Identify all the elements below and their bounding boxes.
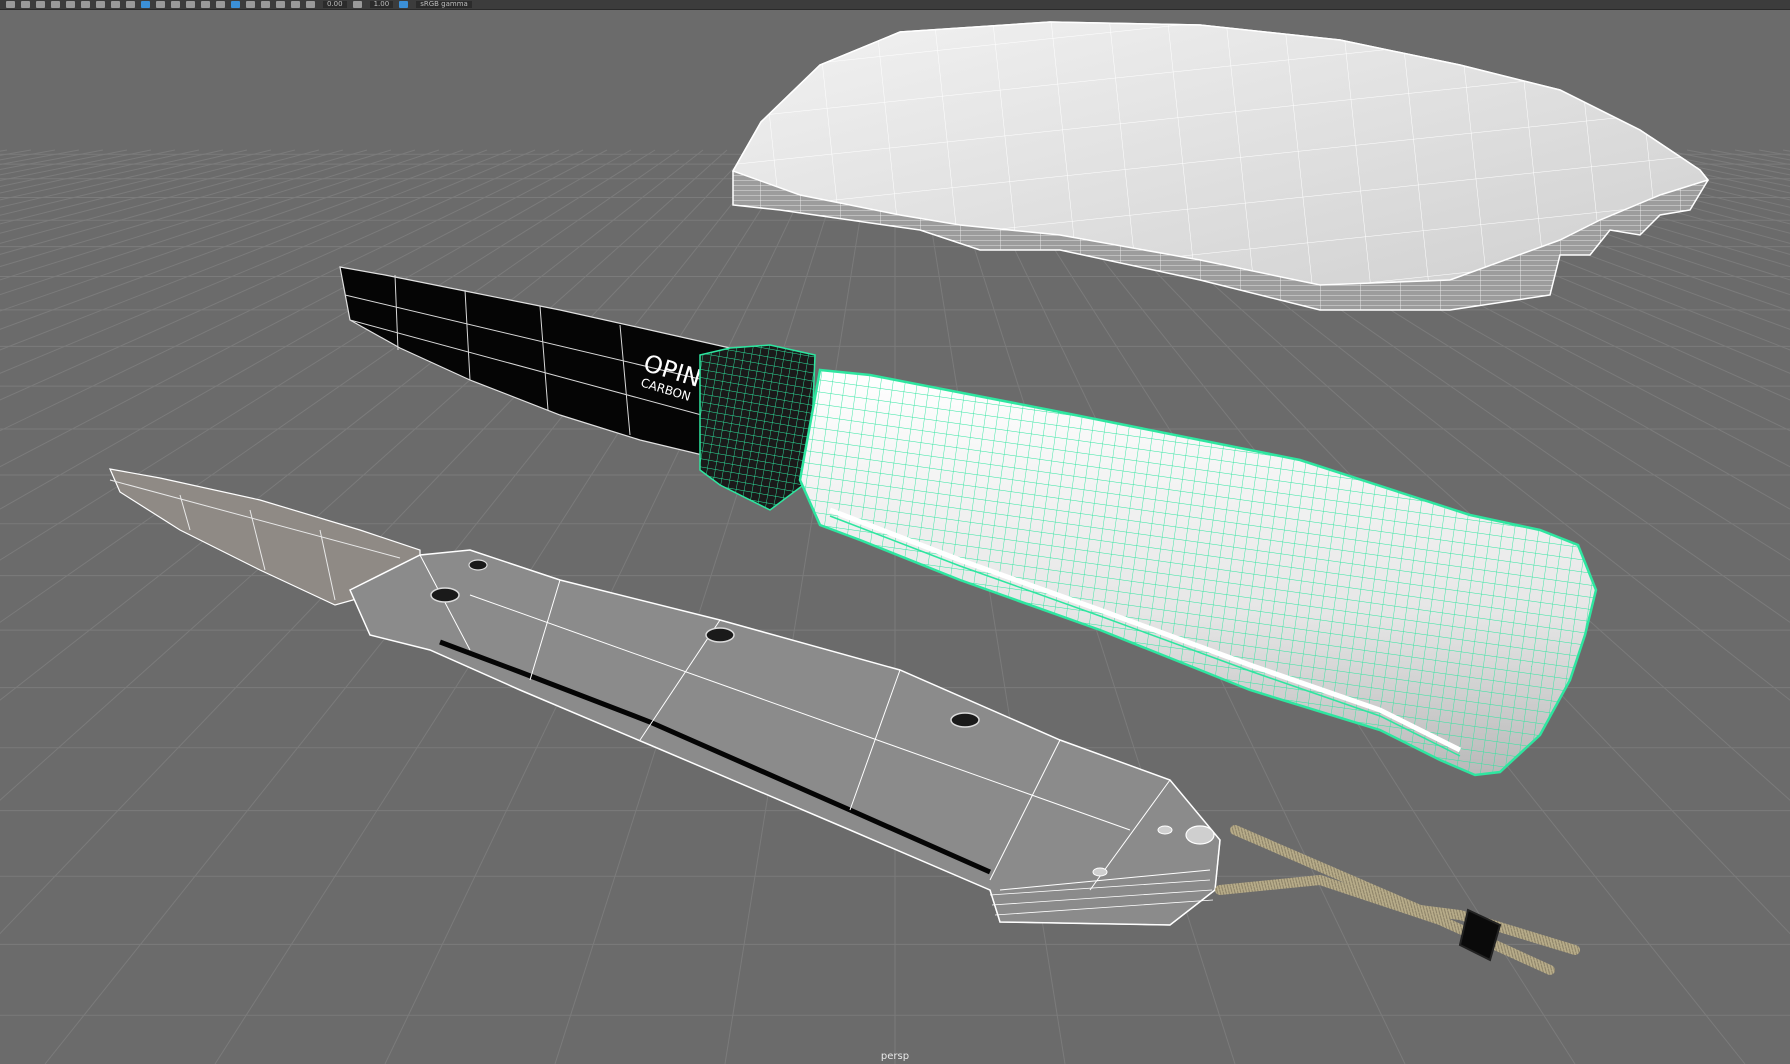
camera-name-label: persp xyxy=(880,1051,910,1062)
xray-icon[interactable] xyxy=(216,1,225,8)
viewport-canvas[interactable]: OPINE CARBON xyxy=(0,10,1790,1064)
grid-line xyxy=(0,149,56,161)
shadows-icon[interactable] xyxy=(186,1,195,8)
grid-line xyxy=(0,149,296,225)
smooth-shade-icon[interactable] xyxy=(126,1,135,8)
anti-alias-icon[interactable] xyxy=(276,1,285,8)
grid-line xyxy=(1662,149,1790,176)
opinel-bolster[interactable] xyxy=(699,344,816,511)
grid-line xyxy=(0,149,32,156)
cushion-mesh[interactable] xyxy=(731,21,1710,311)
grid-icon[interactable] xyxy=(21,1,30,8)
xray-joints-icon[interactable] xyxy=(231,1,240,8)
grid-line xyxy=(1614,149,1790,188)
camera-icon[interactable] xyxy=(66,1,75,8)
gamma-icon[interactable] xyxy=(352,1,362,8)
select-tool-icon[interactable] xyxy=(6,1,15,8)
wireframe-icon[interactable] xyxy=(111,1,120,8)
color-management-icon[interactable] xyxy=(399,1,409,8)
grid-line xyxy=(0,149,344,244)
grid-line xyxy=(1734,149,1790,161)
grid-line xyxy=(0,149,368,255)
grid-line xyxy=(1710,149,1790,166)
grid-line xyxy=(0,149,392,268)
grid-line xyxy=(0,149,128,176)
grid-line xyxy=(0,149,200,194)
ambient-occlusion-icon[interactable] xyxy=(246,1,255,8)
grid-line xyxy=(0,149,176,188)
exposure-icon[interactable] xyxy=(306,1,315,8)
frame-icon[interactable] xyxy=(51,1,60,8)
rivet-icon xyxy=(1092,867,1108,877)
grid-line xyxy=(0,149,248,208)
color-space-label[interactable]: sRGB gamma xyxy=(416,1,472,8)
motion-blur-icon[interactable] xyxy=(261,1,270,8)
grid-line xyxy=(0,149,80,166)
lights-icon[interactable] xyxy=(171,1,180,8)
bookmark-icon[interactable] xyxy=(81,1,90,8)
near-clip-field[interactable]: 0.00 xyxy=(323,1,347,8)
grid-line xyxy=(1686,149,1790,171)
depth-of-field-icon[interactable] xyxy=(291,1,300,8)
layout-icon[interactable] xyxy=(36,1,45,8)
grid-line xyxy=(0,149,224,201)
screw-icon xyxy=(705,627,735,643)
perspective-viewport[interactable]: OPINE CARBON persp xyxy=(0,10,1790,1064)
rivet-icon xyxy=(1157,825,1173,835)
grid-line xyxy=(0,149,104,171)
cord-lock-icon xyxy=(1458,908,1502,962)
opinel-knife-mesh[interactable]: OPINE CARBON xyxy=(339,266,1598,777)
pivot-icon xyxy=(468,559,488,571)
grid-line xyxy=(724,149,872,1064)
image-plane-icon[interactable] xyxy=(96,1,105,8)
lanyard-mesh[interactable] xyxy=(1215,825,1580,975)
lanyard-hole-icon xyxy=(1185,825,1215,845)
grid-line xyxy=(1590,149,1790,194)
grid-line xyxy=(1566,149,1790,201)
screw-icon xyxy=(430,587,460,603)
screw-icon xyxy=(950,712,980,728)
status-toolbar: 0.00 1.00 sRGB gamma xyxy=(0,0,1790,10)
textured-icon[interactable] xyxy=(156,1,165,8)
wireframe-on-shaded-icon[interactable] xyxy=(141,1,150,8)
grid-line xyxy=(1758,149,1790,156)
isolate-select-icon[interactable] xyxy=(201,1,210,8)
grid-line xyxy=(0,149,272,216)
far-clip-field[interactable]: 1.00 xyxy=(369,1,394,8)
